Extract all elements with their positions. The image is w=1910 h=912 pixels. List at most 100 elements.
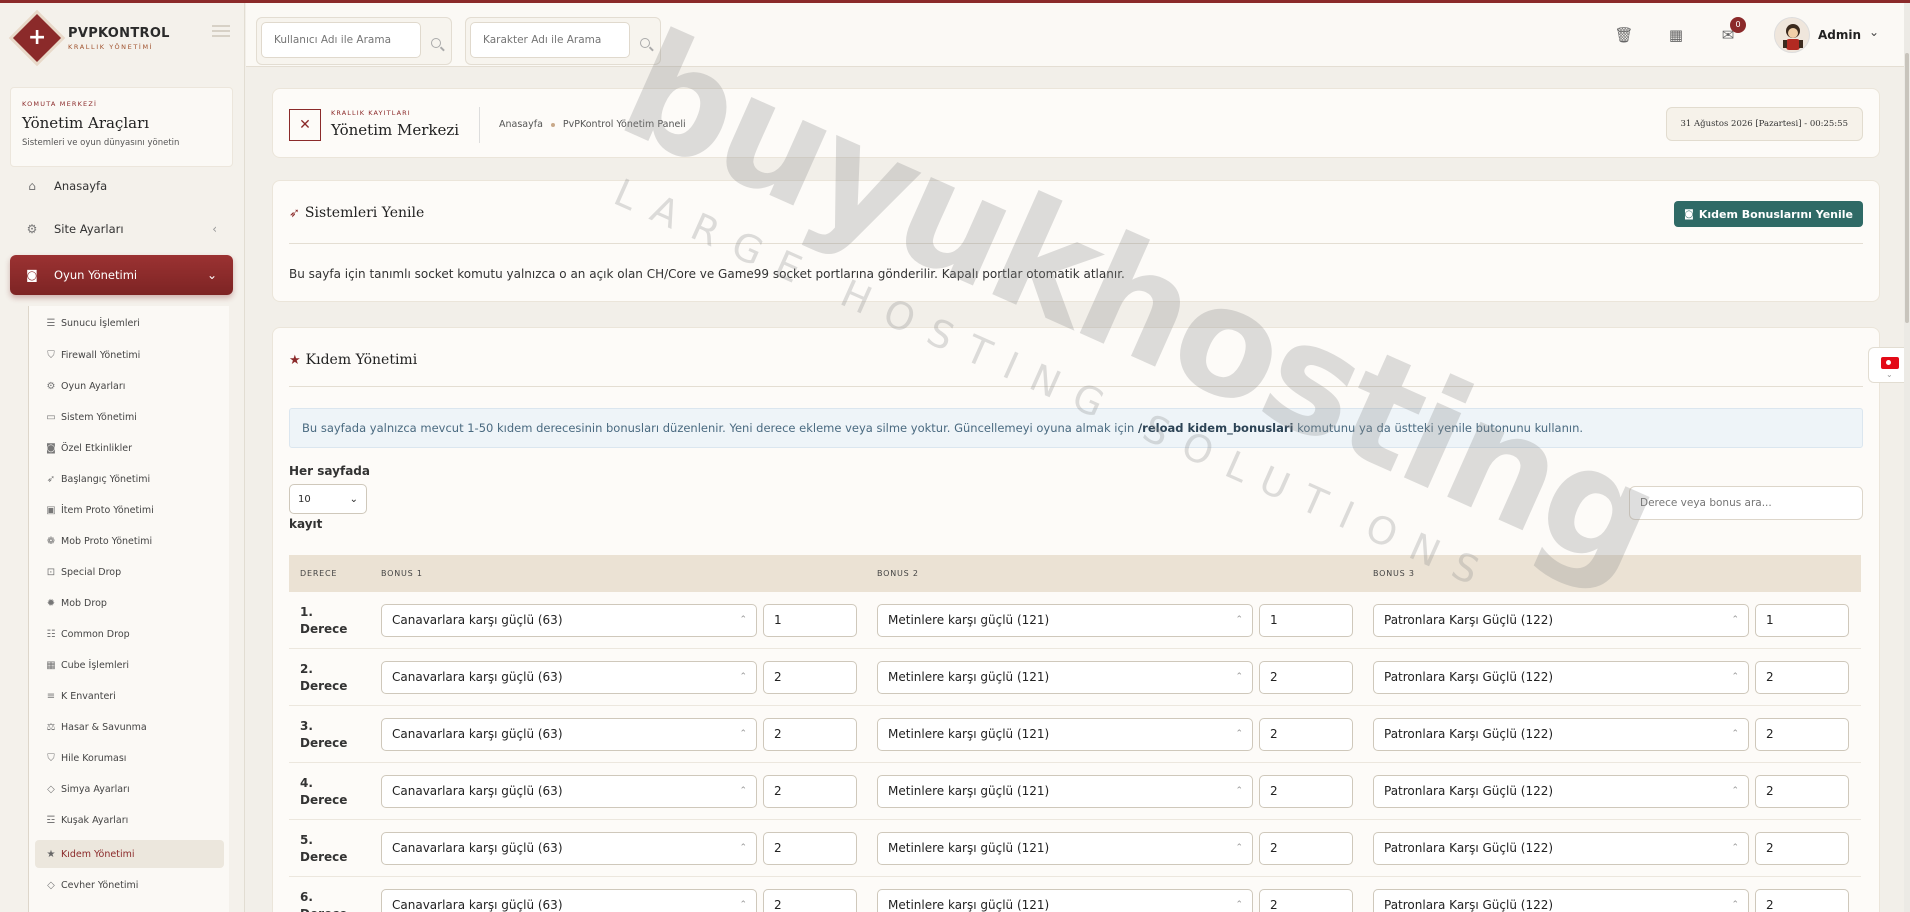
rocket-icon: ➶ [289,205,300,221]
sub-item-game-settings[interactable]: ⚙ Oyun Ayarları [35,372,224,400]
sub-item-anti-cheat[interactable]: ⛉ Hile Koruması [35,744,224,772]
column-header[interactable]: BONUS 2 [877,569,919,578]
bonus-1-select[interactable]: Canavarlara karşı güçlü (63) ⌃ [381,718,757,751]
caret-icon: ⌃ [739,672,747,682]
sub-item-mob-drop[interactable]: ✹ Mob Drop [35,589,224,617]
bonus-1-value-input[interactable]: 2 [763,775,857,808]
search-icon[interactable] [640,38,650,48]
bonus-1-value-input[interactable]: 2 [763,661,857,694]
nav-item-anasayfa[interactable]: ⌂ Anasayfa [10,167,233,205]
column-header[interactable]: BONUS 3 [1373,569,1415,578]
select-value: Canavarlara karşı güçlü (63) [392,727,563,741]
sub-item-cube[interactable]: ▦ Cube İşlemleri [35,651,224,679]
bonus-3-value-input[interactable]: 1 [1755,604,1849,637]
sub-item-ore[interactable]: ◇ Cevher Yönetimi [35,871,224,899]
caret-icon: ⌃ [1731,786,1739,796]
bonus-2-value-input[interactable]: 2 [1259,661,1353,694]
menu-toggle-icon[interactable] [212,25,230,40]
page-scrollbar[interactable] [1904,3,1910,912]
sub-label: Mob Proto Yönetimi [61,535,153,547]
bonus-2-select[interactable]: Metinlere karşı güçlü (121) ⌃ [877,718,1253,751]
breadcrumb-link-home[interactable]: Anasayfa [499,119,543,130]
bonus-3-select[interactable]: Patronlara Karşı Güçlü (122) ⌃ [1373,889,1749,912]
sub-item-damage-defense[interactable]: ⚖ Hasar & Savunma [35,713,224,741]
user-search-input[interactable] [261,22,421,58]
scrollbar-thumb[interactable] [1905,53,1909,323]
sub-item-startup[interactable]: ➶ Başlangıç Yönetimi [35,465,224,493]
per-page-select[interactable]: 10 ⌄ [289,484,367,514]
info-text-suffix: komutunu ya da üstteki yenile butonunu k… [1293,421,1584,435]
sub-item-rank-management[interactable]: ★ Kıdem Yönetimi [35,840,224,868]
avatar[interactable] [1774,17,1810,53]
sub-item-item-proto[interactable]: ▣ İtem Proto Yönetimi [35,496,224,524]
bonus-1-value-input[interactable]: 2 [763,718,857,751]
brand-name: PVPKONTROL [68,25,170,41]
datetime-badge: 31 Ağustos 2026 [Pazartesi] - 00:25:55 [1665,107,1863,141]
nav-item-site-settings[interactable]: ⚙ Site Ayarları ‹ [10,210,233,248]
sub-label: Simya Ayarları [61,783,130,795]
bonus-3-select[interactable]: Patronlara Karşı Güçlü (122) ⌃ [1373,661,1749,694]
trash-icon[interactable]: 🗑 [1614,25,1634,45]
chevron-down-icon[interactable]: ⌄ [1869,25,1879,39]
character-search-input[interactable] [470,22,630,58]
bonus-3-value-input[interactable]: 2 [1755,889,1849,912]
bonus-2-value-input[interactable]: 2 [1259,775,1353,808]
bonus-2-select[interactable]: Metinlere karşı güçlü (121) ⌃ [877,775,1253,808]
bonus-1-select[interactable]: Canavarlara karşı güçlü (63) ⌃ [381,604,757,637]
close-icon[interactable]: ✕ [289,109,321,141]
bonus-2-value-input[interactable]: 2 [1259,718,1353,751]
bonus-2-value-input[interactable]: 1 [1259,604,1353,637]
column-header[interactable]: BONUS 1 [381,569,423,578]
bonus-2-select[interactable]: Metinlere karşı güçlü (121) ⌃ [877,832,1253,865]
bonus-1-select[interactable]: Canavarlara karşı güçlü (63) ⌃ [381,775,757,808]
bonus-3-value-input[interactable]: 2 [1755,832,1849,865]
sub-item-k-inventory[interactable]: ≡ K Envanteri [35,682,224,710]
sub-label: Oyun Ayarları [61,380,126,392]
bonus-2-value-input[interactable]: 2 [1259,889,1353,912]
bonus-3-value-input[interactable]: 2 [1755,718,1849,751]
table-row: 5. Derece Canavarlara karşı güçlü (63) ⌃ … [289,820,1861,877]
refresh-rank-bonuses-button[interactable]: ◙ Kıdem Bonuslarını Yenile [1674,201,1863,227]
sidebar: + PVPKONTROL KRALLIK YÖNETİMİ KOMUTA MER… [0,3,245,912]
nav-item-game-management[interactable]: ◙ Oyun Yönetimi ⌄ [10,255,233,295]
bonus-1-select[interactable]: Canavarlara karşı güçlü (63) ⌃ [381,889,757,912]
sub-item-server[interactable]: ☰ Sunucu İşlemleri [35,309,224,337]
bonus-1-value-input[interactable]: 2 [763,832,857,865]
bonus-3-select[interactable]: Patronlara Karşı Güçlü (122) ⌃ [1373,604,1749,637]
bonus-2-select[interactable]: Metinlere karşı güçlü (121) ⌃ [877,661,1253,694]
sub-label: Başlangıç Yönetimi [61,473,151,485]
bonus-1-select[interactable]: Canavarlara karşı güçlü (63) ⌃ [381,832,757,865]
sub-item-belt[interactable]: ☲ Kuşak Ayarları [35,806,224,834]
bonus-3-value-input[interactable]: 2 [1755,775,1849,808]
bonus-3-select[interactable]: Patronlara Karşı Güçlü (122) ⌃ [1373,718,1749,751]
mail-icon[interactable]: ✉ 0 [1718,17,1746,45]
bonus-3-value-input[interactable]: 2 [1755,661,1849,694]
sub-item-alchemy[interactable]: ◇ Simya Ayarları [35,775,224,803]
select-value: Metinlere karşı güçlü (121) [888,727,1050,741]
bonus-2-value-input[interactable]: 2 [1259,832,1353,865]
per-page-value: 10 [298,493,311,505]
search-icon[interactable] [431,38,441,48]
admin-name[interactable]: Admin [1818,28,1861,42]
bonus-1-select[interactable]: Canavarlara karşı güçlü (63) ⌃ [381,661,757,694]
sub-item-mob-proto[interactable]: ❁ Mob Proto Yönetimi [35,527,224,555]
refresh-card-title: ➶ Sistemleri Yenile [289,205,424,221]
bonus-3-select[interactable]: Patronlara Karşı Güçlü (122) ⌃ [1373,775,1749,808]
sub-label: Cube İşlemleri [61,659,130,671]
scale-icon: ⚖ [46,721,56,733]
sub-item-system[interactable]: ▭ Sistem Yönetimi [35,403,224,431]
sub-item-firewall[interactable]: ⛉ Firewall Yönetimi [35,341,224,369]
bonus-2-select[interactable]: Metinlere karşı güçlü (121) ⌃ [877,889,1253,912]
sub-item-common-drop[interactable]: ☷ Common Drop [35,620,224,648]
bonus-1-value-input[interactable]: 2 [763,889,857,912]
calendar-icon[interactable]: ▦ [1666,25,1686,45]
sub-item-special-drop[interactable]: ⊡ Special Drop [35,558,224,586]
bonus-2-select[interactable]: Metinlere karşı güçlü (121) ⌃ [877,604,1253,637]
bonus-1-value-input[interactable]: 1 [763,604,857,637]
bonus-3-select[interactable]: Patronlara Karşı Güçlü (122) ⌃ [1373,832,1749,865]
column-header[interactable]: DERECE [300,569,337,578]
brand-logo[interactable]: + PVPKONTROL KRALLIK YÖNETİMİ [10,11,235,65]
sub-item-events[interactable]: ◙ Özel Etkinlikler [35,434,224,462]
mail-badge: 0 [1730,17,1746,33]
table-search-input[interactable] [1629,486,1863,520]
